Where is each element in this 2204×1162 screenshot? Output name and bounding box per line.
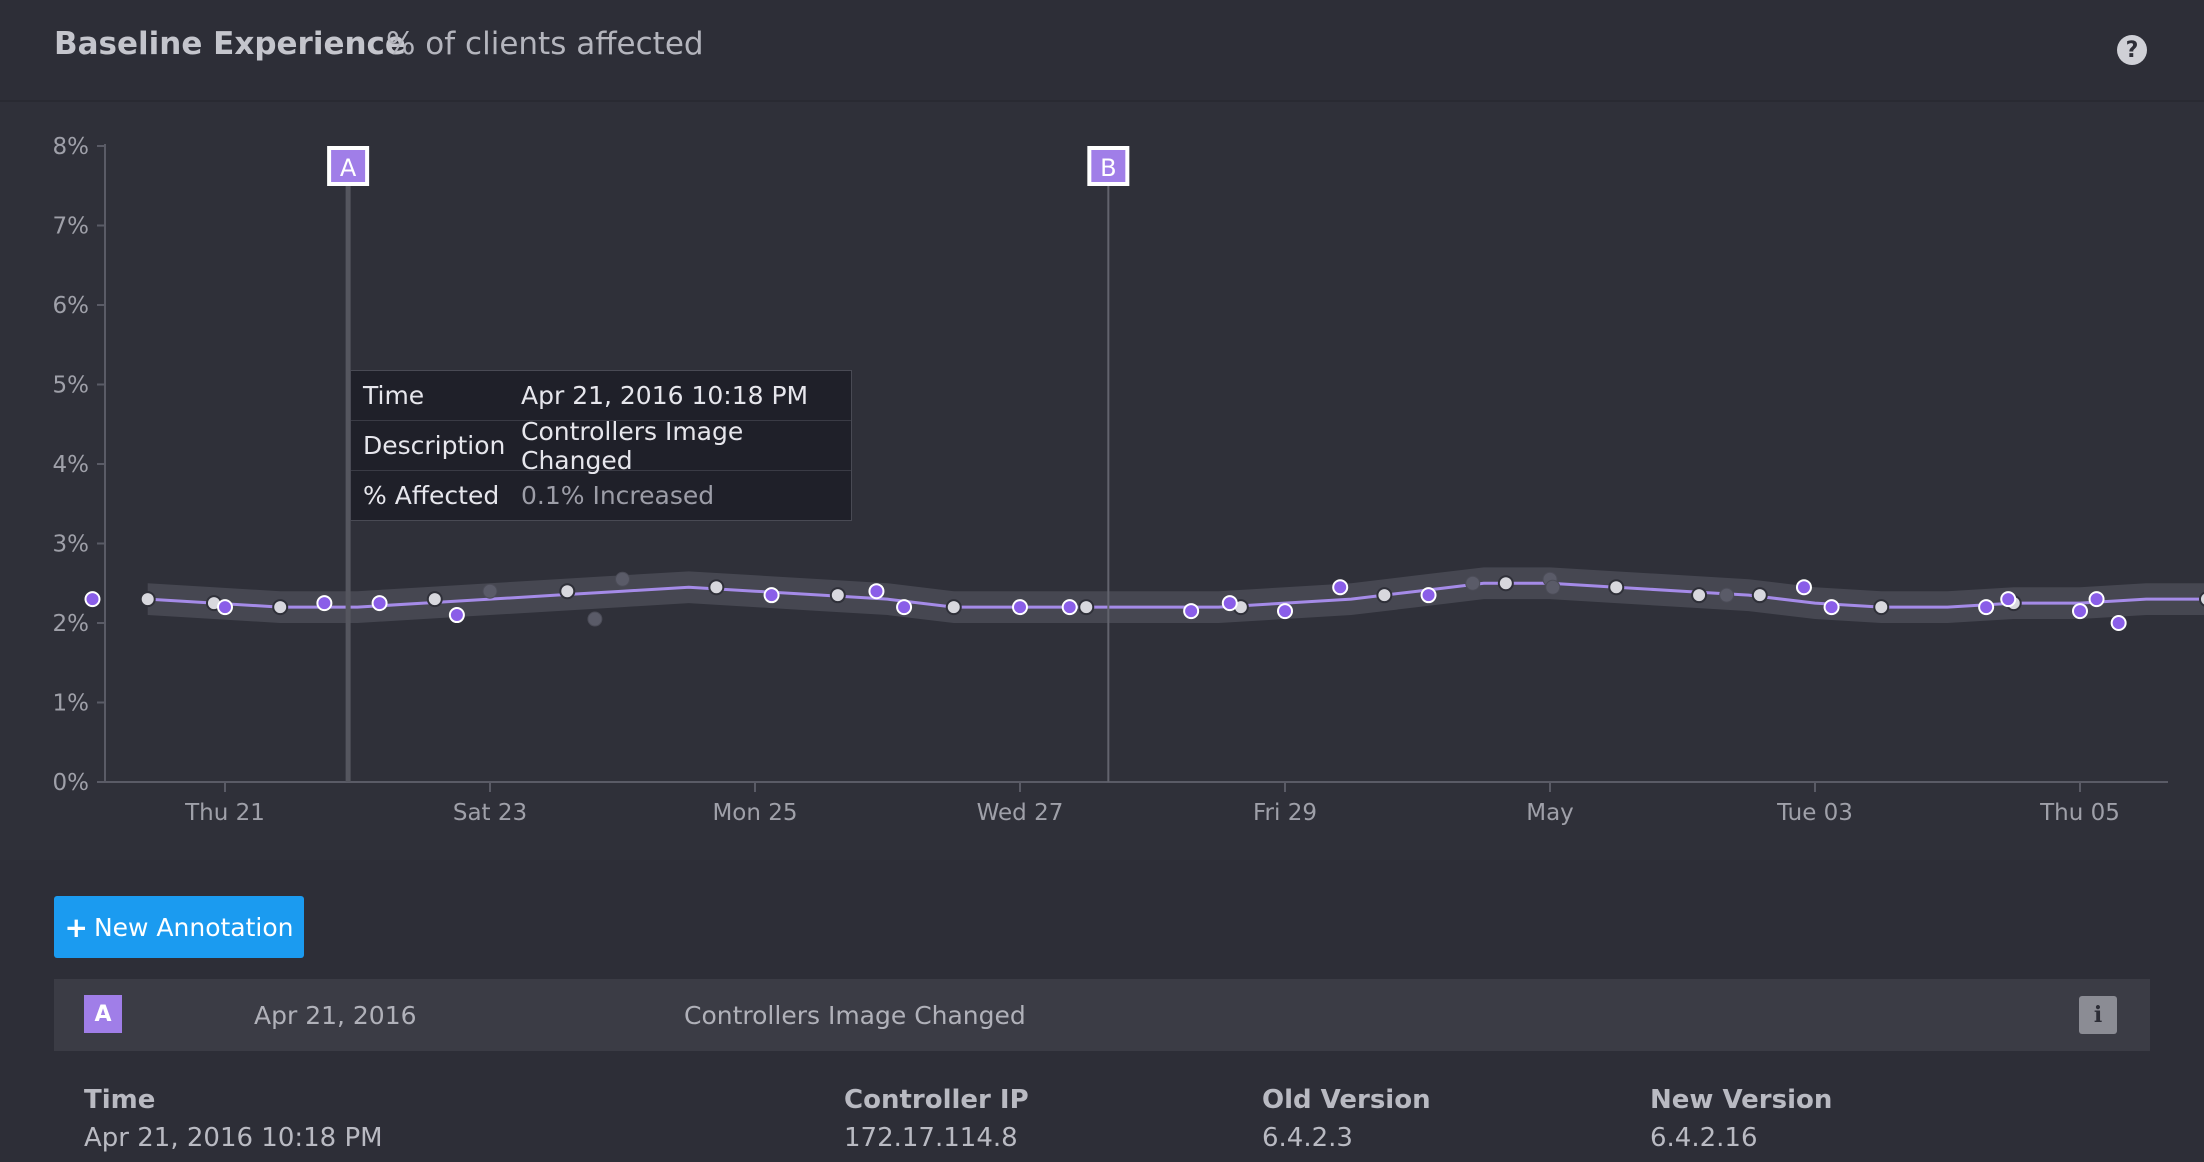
x-tick-label: Sat 23: [453, 800, 527, 826]
detail-controller-ip: Controller IP 172.17.114.8: [844, 1085, 1029, 1153]
y-tick-label: 0%: [53, 770, 90, 796]
faint-point: [1719, 587, 1735, 603]
baseline-point: [272, 599, 289, 616]
faint-point: [587, 611, 603, 627]
tooltip-value: Controllers Image Changed: [521, 416, 744, 475]
annotation-marker-label: B: [1100, 154, 1116, 182]
baseline-point: [1873, 599, 1890, 616]
baseline-point: [945, 599, 962, 616]
y-tick-label: 2%: [53, 611, 90, 637]
baseline-point: [139, 591, 156, 608]
y-tick-label: 4%: [53, 452, 90, 478]
tooltip-key: % Affected: [363, 481, 500, 510]
baseline-point: [1497, 575, 1514, 592]
y-tick-label: 7%: [53, 214, 90, 240]
detail-label: New Version: [1650, 1085, 1833, 1115]
sample-point: [1795, 579, 1812, 596]
x-tick-label: May: [1526, 800, 1574, 826]
tooltip-row-affected: % Affected 0.1% Increased: [351, 471, 851, 520]
annotations-panel: + New Annotation A Apr 21, 2016 Controll…: [0, 860, 2204, 1162]
baseline-point: [829, 587, 846, 604]
sample-point: [2088, 591, 2105, 608]
sample-point: [84, 591, 101, 608]
detail-time: Time Apr 21, 2016 10:18 PM: [84, 1085, 383, 1153]
plus-icon: +: [64, 910, 88, 944]
faint-point: [1545, 579, 1561, 595]
x-tick-label: Fri 29: [1253, 800, 1317, 826]
x-tick-label: Thu 05: [2039, 800, 2120, 826]
tooltip-value: Apr 21, 2016 10:18 PM: [521, 381, 809, 410]
new-annotation-label: New Annotation: [93, 912, 294, 942]
chart: 0% 1% 2% 3% 4% 5% 6% 7% 8% Thu 21 Sat 23 Mon 25 Wed …: [53, 134, 2204, 826]
baseline-point: [559, 583, 576, 600]
sample-point: [217, 599, 233, 616]
info-icon[interactable]: i: [2079, 996, 2117, 1034]
y-tick-label: 5%: [53, 373, 90, 399]
page-subtitle: % of clients affected: [386, 26, 704, 62]
faint-point: [482, 583, 498, 599]
annotation-row[interactable]: A Apr 21, 2016 Controllers Image Changed…: [54, 979, 2150, 1051]
y-tick-label: 1%: [53, 691, 90, 717]
baseline-point: [1751, 587, 1768, 604]
x-tick-label: Mon 25: [712, 800, 797, 826]
sample-point: [371, 595, 388, 612]
sample-point: [448, 607, 465, 624]
annotation-marker-label: A: [340, 154, 357, 182]
x-tick-label: Thu 21: [184, 800, 265, 826]
detail-value: 6.4.2.16: [1650, 1123, 1758, 1153]
annotation-description: Controllers Image Changed: [684, 1001, 1026, 1030]
detail-label: Time: [84, 1085, 156, 1115]
tooltip-row-description: Description Controllers Image Changed: [351, 417, 851, 475]
sample-point: [1978, 599, 1995, 616]
annotation-date: Apr 21, 2016: [254, 1001, 417, 1030]
y-tick-label: 6%: [53, 293, 90, 319]
y-tick-label: 3%: [53, 532, 90, 558]
sample-point: [763, 587, 780, 604]
sample-point: [1012, 599, 1028, 616]
sample-point: [1061, 599, 1078, 616]
header: Baseline Experience % of clients affecte…: [0, 0, 2204, 102]
help-icon[interactable]: ?: [2117, 35, 2147, 65]
baseline-point: [1691, 587, 1708, 604]
sample-point: [1221, 595, 1238, 612]
tooltip-row-time: Time Apr 21, 2016 10:18 PM: [351, 371, 851, 421]
new-annotation-button[interactable]: + New Annotation: [54, 896, 304, 958]
sample-point: [316, 595, 333, 612]
sample-point: [1277, 603, 1293, 620]
detail-value: Apr 21, 2016 10:18 PM: [84, 1123, 383, 1153]
sample-point: [1420, 587, 1437, 604]
sample-point: [1332, 579, 1349, 596]
detail-label: Old Version: [1262, 1085, 1431, 1115]
x-tick-label: Tue 03: [1776, 800, 1853, 826]
detail-value: 6.4.2.3: [1262, 1123, 1353, 1153]
detail-old-version: Old Version 6.4.2.3: [1262, 1085, 1431, 1153]
detail-label: Controller IP: [844, 1085, 1029, 1115]
baseline-point: [1078, 599, 1095, 616]
faint-point: [615, 571, 630, 587]
sample-point: [868, 583, 885, 600]
annotation-tooltip: Time Apr 21, 2016 10:18 PM Description C…: [350, 370, 852, 521]
x-tick-label: Wed 27: [977, 800, 1064, 826]
baseline-point: [1376, 587, 1393, 604]
sample-point: [2110, 615, 2127, 631]
tooltip-key: Description: [363, 431, 506, 460]
annotation-badge: A: [84, 995, 122, 1033]
faint-point: [1465, 575, 1481, 591]
sample-point: [1823, 599, 1840, 616]
sample-point: [1183, 603, 1200, 620]
tooltip-value: 0.1% Increased: [521, 481, 715, 510]
sample-point: [2000, 591, 2017, 608]
baseline-point: [1608, 579, 1625, 596]
baseline-point: [426, 591, 443, 608]
detail-new-version: New Version 6.4.2.16: [1650, 1085, 1832, 1153]
baseline-point: [708, 579, 725, 596]
sample-point: [896, 599, 913, 616]
page-title: Baseline Experience: [54, 26, 406, 62]
detail-value: 172.17.114.8: [844, 1123, 1018, 1153]
sample-point: [2072, 603, 2088, 620]
y-tick-label: 8%: [53, 134, 90, 160]
chart-area: 0% 1% 2% 3% 4% 5% 6% 7% 8% Thu 21 Sat 23 Mon 25 Wed …: [0, 102, 2204, 860]
tooltip-key: Time: [363, 381, 425, 410]
